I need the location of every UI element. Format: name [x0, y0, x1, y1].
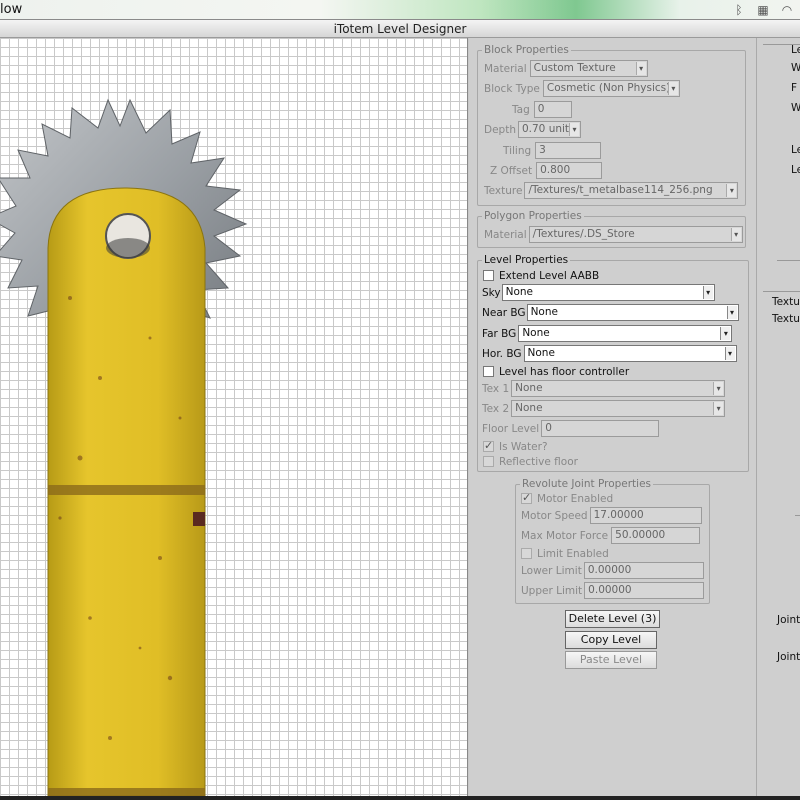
- tex1-label: Tex 1: [482, 382, 510, 395]
- side-joint-label-2: Joint: [777, 651, 800, 663]
- level-properties-legend: Level Properties: [484, 254, 569, 266]
- side-texture-label-1: Textur: [772, 296, 800, 308]
- tag-field[interactable]: 0: [533, 101, 572, 118]
- floor-level-label: Floor Level: [482, 422, 540, 435]
- texture-label: Texture: [484, 184, 523, 197]
- revolute-joint-legend: Revolute Joint Properties: [522, 478, 652, 490]
- wifi-icon[interactable]: ◠: [780, 3, 794, 17]
- menubar: low ᛒ ▦ ◠: [0, 0, 800, 20]
- is-water-checkbox[interactable]: [483, 439, 494, 452]
- tex2-label: Tex 2: [482, 402, 510, 415]
- limit-enabled-checkbox[interactable]: [521, 548, 532, 559]
- upper-limit-field[interactable]: 0.00000: [584, 582, 705, 599]
- tiling-field[interactable]: 3: [535, 142, 602, 159]
- side-label-w2: W: [791, 102, 800, 114]
- depth-label: Depth: [484, 123, 516, 136]
- side-joint-label-1: Joint: [777, 614, 800, 626]
- menubar-status-icons: ᛒ ▦ ◠: [732, 3, 794, 17]
- z-offset-label: Z Offset: [490, 164, 533, 177]
- extend-aabb-checkbox[interactable]: [483, 270, 494, 281]
- bottom-edge: [0, 796, 800, 800]
- motor-speed-field[interactable]: 17.00000: [589, 507, 702, 524]
- polygon-properties-legend: Polygon Properties: [484, 210, 582, 222]
- far-bg-select[interactable]: None: [518, 325, 733, 342]
- sky-select[interactable]: None: [501, 284, 715, 301]
- hor-bg-select[interactable]: None: [523, 345, 737, 362]
- material-label: Material: [484, 62, 527, 75]
- extend-aabb-label: Extend Level AABB: [499, 269, 600, 282]
- depth-select[interactable]: 0.70 units: [517, 121, 581, 138]
- floor-controller-checkbox[interactable]: [483, 366, 494, 377]
- spaces-icon[interactable]: ▦: [756, 3, 770, 17]
- sky-label: Sky: [482, 286, 501, 299]
- level-artwork: [0, 98, 248, 796]
- near-bg-label: Near BG: [482, 306, 526, 319]
- hor-bg-label: Hor. BG: [482, 347, 522, 360]
- texture-select[interactable]: /Textures/t_metalbase114_256.png: [524, 182, 739, 199]
- window-title: iTotem Level Designer: [0, 20, 800, 38]
- paste-level-button[interactable]: Paste Level: [565, 651, 657, 669]
- motor-enabled-checkbox[interactable]: [521, 491, 532, 504]
- motor-speed-label: Motor Speed: [521, 509, 588, 522]
- side-label-w1: W: [791, 62, 800, 74]
- material-select[interactable]: Custom Texture: [529, 60, 648, 77]
- lower-limit-label: Lower Limit: [521, 564, 582, 577]
- block-type-label: Block Type: [484, 82, 540, 95]
- side-divider-2: [795, 515, 800, 516]
- reflective-floor-label: Reflective floor: [499, 455, 578, 468]
- floor-controller-label: Level has floor controller: [499, 365, 630, 378]
- limit-enabled-label: Limit Enabled: [537, 547, 609, 560]
- is-water-label: Is Water?: [499, 440, 548, 453]
- near-bg-select[interactable]: None: [526, 304, 739, 321]
- polygon-material-label: Material: [484, 228, 527, 241]
- block-properties-legend: Block Properties: [484, 44, 569, 56]
- tiling-label: Tiling: [503, 144, 532, 157]
- side-legend-le: Le: [791, 44, 800, 56]
- max-motor-force-label: Max Motor Force: [521, 529, 609, 542]
- reflective-floor-checkbox[interactable]: [483, 456, 494, 467]
- floor-level-field[interactable]: 0: [541, 420, 660, 437]
- side-label-le2: Le: [791, 164, 800, 176]
- delete-level-button[interactable]: Delete Level (3): [565, 610, 660, 628]
- motor-enabled-label: Motor Enabled: [537, 492, 614, 505]
- upper-limit-label: Upper Limit: [521, 584, 583, 597]
- polygon-material-select[interactable]: /Textures/.DS_Store: [528, 226, 743, 243]
- level-canvas[interactable]: [0, 38, 468, 796]
- side-label-le1: Le: [791, 144, 800, 156]
- side-label-f1: F: [791, 82, 798, 94]
- block-type-select[interactable]: Cosmetic (Non Physics): [542, 80, 680, 97]
- side-group-border-2: [763, 291, 800, 292]
- lower-limit-field[interactable]: 0.00000: [583, 562, 704, 579]
- properties-panel: Block Properties Material Custom Texture…: [469, 38, 756, 796]
- tag-label: Tag: [512, 103, 530, 116]
- app-menu-name[interactable]: low: [0, 2, 22, 17]
- tex2-select[interactable]: None: [511, 400, 726, 417]
- secondary-panel: Le W F W Le Le Textur Textur Joint Joint: [756, 38, 800, 796]
- far-bg-label: Far BG: [482, 327, 517, 340]
- bluetooth-icon[interactable]: ᛒ: [732, 3, 746, 17]
- side-texture-label-2: Textur: [772, 313, 800, 325]
- copy-level-button[interactable]: Copy Level: [565, 631, 657, 649]
- max-motor-force-field[interactable]: 50.00000: [611, 527, 701, 544]
- z-offset-field[interactable]: 0.800: [536, 162, 603, 179]
- side-divider: [777, 260, 800, 261]
- tex1-select[interactable]: None: [511, 380, 726, 397]
